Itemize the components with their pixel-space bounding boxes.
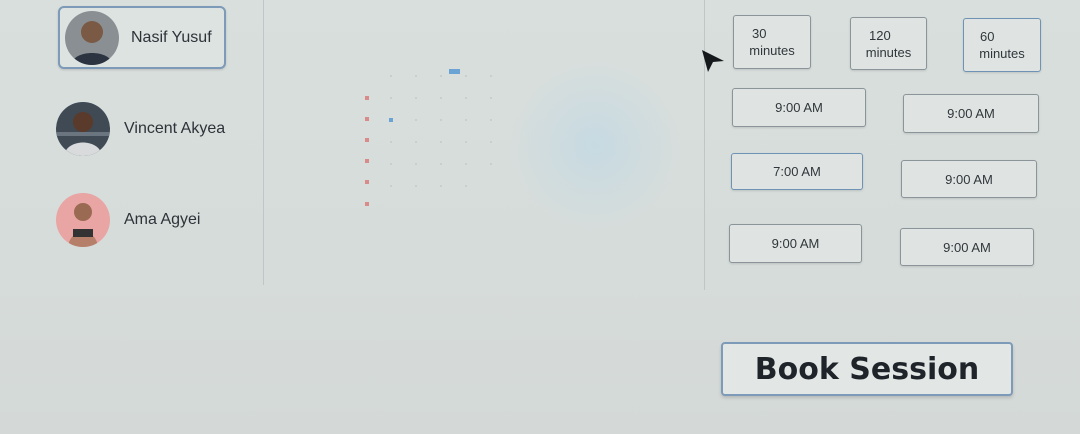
- coach-name: Vincent Akyea: [124, 120, 226, 137]
- time-slot-button[interactable]: 9:00 AM: [729, 224, 862, 263]
- duration-number: 120: [869, 27, 891, 43]
- time-slot-label: 9:00 AM: [771, 236, 820, 251]
- left-panel-divider: [263, 0, 264, 285]
- screen-glare: [505, 60, 685, 230]
- avatar-man-gym-icon: [56, 102, 110, 156]
- coach-item-nasif-yusuf[interactable]: Nasif Yusuf: [58, 6, 226, 69]
- duration-unit: minutes: [865, 44, 912, 60]
- time-slot-button[interactable]: 9:00 AM: [903, 94, 1039, 133]
- coach-item-vincent-akyea[interactable]: Vincent Akyea: [56, 102, 225, 156]
- time-slot-label: 9:00 AM: [775, 100, 823, 115]
- time-slot-label: 9:00 AM: [943, 239, 991, 255]
- avatar-woman-pink-icon: [56, 193, 110, 247]
- duration-unit: minutes: [979, 46, 1025, 61]
- time-slot-label: 9:00 AM: [945, 171, 993, 187]
- duration-unit: minutes: [749, 43, 795, 58]
- coach-name: Ama Agyei: [124, 211, 201, 228]
- right-panel-divider: [704, 0, 705, 290]
- time-slot-button[interactable]: 9:00 AM: [732, 88, 866, 127]
- duration-option-30[interactable]: 30 minutes: [733, 15, 811, 69]
- duration-option-60[interactable]: 60 minutes: [963, 18, 1041, 72]
- book-session-button[interactable]: Book Session: [721, 342, 1013, 396]
- time-slot-button[interactable]: 9:00 AM: [900, 228, 1034, 266]
- duration-option-120[interactable]: 120 minutes: [850, 17, 927, 70]
- duration-number: 60: [980, 29, 995, 44]
- time-slot-button[interactable]: 9:00 AM: [901, 160, 1037, 198]
- time-slot-label: 9:00 AM: [947, 106, 995, 121]
- mouse-cursor-icon: [700, 48, 726, 79]
- calendar-grid: [360, 65, 530, 215]
- coach-item-ama-agyei[interactable]: Ama Agyei: [56, 193, 200, 247]
- avatar-man-dark-shirt-icon: [65, 10, 119, 65]
- time-slot-label: 7:00 AM: [773, 164, 821, 179]
- time-slot-button-selected[interactable]: 7:00 AM: [731, 153, 863, 190]
- coach-name: Nasif Yusuf: [131, 28, 212, 46]
- duration-number: 30: [752, 26, 767, 41]
